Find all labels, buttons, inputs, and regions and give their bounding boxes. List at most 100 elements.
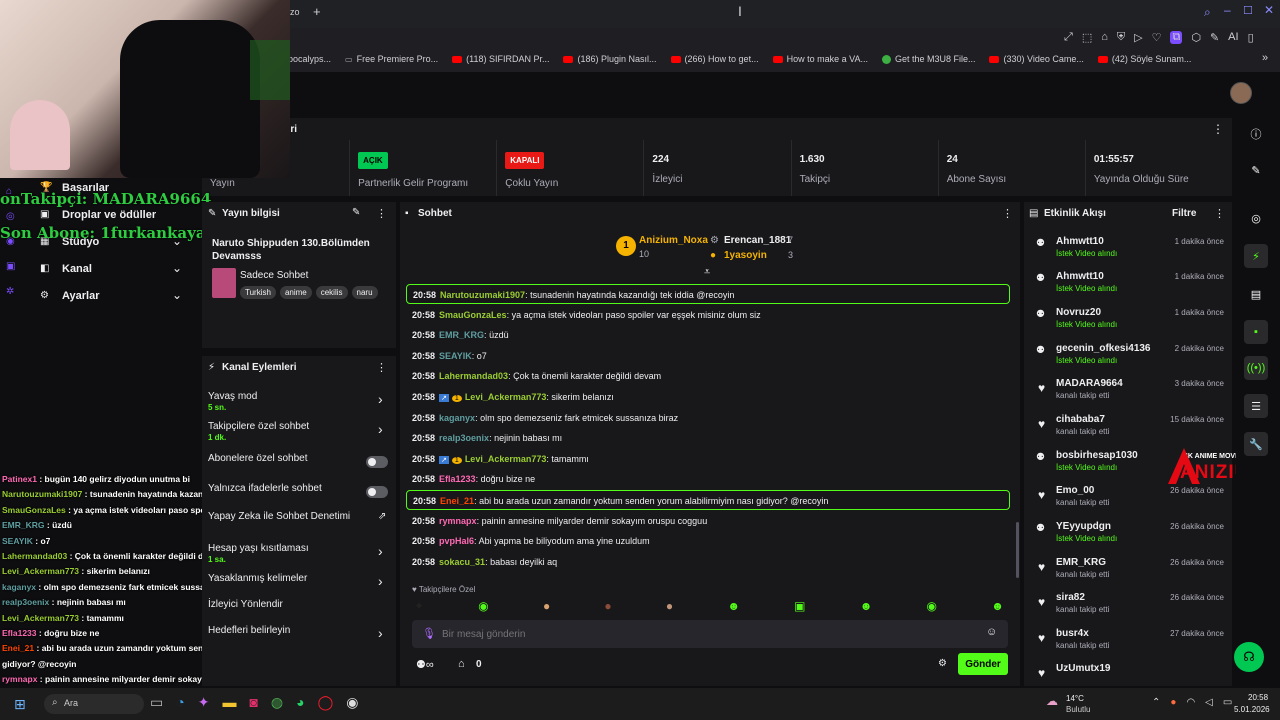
store-icon[interactable]: ⌂	[458, 658, 465, 670]
help-headset-icon[interactable]: ☊	[1234, 642, 1264, 672]
channel-action-item[interactable]: Yavaş mod 5 sn. ›	[202, 386, 396, 414]
chat-username[interactable]: SmauGonzaLes	[439, 310, 507, 320]
collapse-leaderboard-icon[interactable]: ⩡	[704, 266, 710, 279]
activity-item[interactable]: ⚉ Novruz20 İstek Video alındı 1 dakika önce	[1034, 307, 1224, 341]
game-icon[interactable]: ▣	[6, 261, 20, 272]
chat-more-icon[interactable]: ⋮	[1002, 207, 1013, 220]
activity-item[interactable]: ♥ cihababa7 kanalı takip etti 15 dakika önc…	[1034, 414, 1224, 448]
activity-item[interactable]: ⚉ YEyyupdgn İstek Video alındı 26 dakika ön…	[1034, 521, 1224, 555]
pencil-icon[interactable]: ✎	[1244, 158, 1268, 182]
stream-tag[interactable]: anime	[279, 286, 312, 299]
activity-item[interactable]: ⚉ gecenin_ofkesi4136 İstek Video alındı 2 d…	[1034, 343, 1224, 377]
sidebar-icon[interactable]: ▯	[1248, 31, 1254, 44]
extension-active-icon[interactable]: ⧉	[1170, 31, 1183, 44]
chat-username[interactable]: Lahermandad03	[439, 371, 508, 381]
heart-outline-icon[interactable]: ♡	[1152, 31, 1162, 44]
activity-item[interactable]: ⚉ Ahmwtt10 İstek Video alındı 1 dakika önce	[1034, 271, 1224, 305]
channel-action-item[interactable]: Yasaklanmış kelimeler ›	[202, 568, 396, 596]
more-options-icon[interactable]: ⋮	[1212, 122, 1224, 136]
category-thumbnail[interactable]	[212, 268, 236, 298]
activity-more-icon[interactable]: ⋮	[1214, 207, 1225, 220]
toggle-switch[interactable]	[366, 486, 388, 498]
chrome-icon[interactable]: ◍	[271, 694, 283, 711]
task-view-icon[interactable]: ▭	[150, 694, 163, 711]
channel-action-item[interactable]: Hedefleri belirleyin ›	[202, 620, 396, 648]
stream-category[interactable]: Sadece Sohbet	[240, 270, 308, 281]
activity-item[interactable]: ♥ busr4x kanalı takip etti 27 dakika önce	[1034, 628, 1224, 662]
wifi-icon[interactable]: ◠	[1186, 697, 1195, 708]
leader-name[interactable]: 1yasoyin	[724, 250, 767, 261]
tray-chevron-icon[interactable]: ⌃	[1152, 697, 1160, 708]
emote-icon[interactable]: ▣	[794, 599, 805, 615]
channel-action-item[interactable]: İzleyici Yönlendir	[202, 594, 396, 622]
obs-icon[interactable]: ◉	[346, 694, 358, 711]
search-icon[interactable]: ⌕	[1204, 5, 1211, 20]
broadcast-icon[interactable]: ((•))	[1244, 356, 1268, 380]
minimize-icon[interactable]: –	[1224, 3, 1231, 17]
chat-input[interactable]	[442, 626, 962, 642]
emote-icon[interactable]: ●	[543, 599, 550, 615]
chat-username[interactable]: sokacu_31	[439, 557, 485, 567]
chat-username[interactable]: Levi_Ackerman773	[465, 454, 547, 464]
channel-action-item[interactable]: Yapay Zeka ile Sohbet Denetimi ⇗	[202, 506, 396, 534]
bookmark-item[interactable]: pocalyps...	[288, 54, 331, 64]
bookmark-item[interactable]: How to make a VA...	[772, 54, 868, 64]
copilot-icon[interactable]: ✦	[198, 694, 210, 711]
new-tab-button[interactable]: +	[313, 4, 321, 19]
channel-action-item[interactable]: Hesap yaşı kısıtlaması 1 sa. ›	[202, 538, 396, 566]
whatsapp-icon[interactable]: ◕	[296, 694, 304, 711]
instagram-icon[interactable]: ◙	[249, 694, 257, 711]
emote-icon[interactable]: ☻	[860, 599, 873, 615]
chat-username[interactable]: rymnapx	[439, 516, 477, 526]
emote-icon[interactable]: ◉	[927, 599, 937, 615]
channel-action-item[interactable]: Takipçilere özel sohbet 1 dk. ›	[202, 416, 396, 444]
maximize-icon[interactable]: ☐	[1243, 4, 1253, 17]
emoji-icon[interactable]: ☺	[986, 626, 997, 638]
bookmark-item[interactable]: (330) Video Came...	[989, 54, 1084, 64]
play-icon[interactable]: ▷	[1134, 31, 1142, 44]
chat-username[interactable]: Levi_Ackerman773	[465, 392, 547, 402]
edit-icon[interactable]: ✎	[1210, 31, 1219, 44]
emote-icon[interactable]: ☻	[727, 599, 740, 615]
settings-icon[interactable]: ✲	[6, 286, 20, 297]
bookmark-item[interactable]: Get the M3U8 File...	[881, 54, 975, 64]
windows-icon[interactable]: ⊞	[14, 696, 26, 713]
toggle-switch[interactable]	[366, 456, 388, 468]
cast-icon[interactable]: ⤢	[1064, 31, 1073, 44]
send-button[interactable]: Gönder	[958, 653, 1008, 675]
bookmark-item[interactable]: (186) Plugin Nasıl...	[563, 54, 657, 64]
wrench-icon[interactable]: 🔧	[1244, 432, 1268, 456]
channel-action-item[interactable]: Abonelere özel sohbet	[202, 448, 396, 476]
emote-icon[interactable]: ✦	[414, 599, 424, 615]
activity-item[interactable]: ♥ MADARA9664 kanalı takip etti 3 dakika önc…	[1034, 378, 1224, 412]
chat-scrollbar[interactable]	[1016, 522, 1019, 578]
activity-item[interactable]: ♥ Emo_00 kanalı takip etti 26 dakika önce	[1034, 485, 1224, 519]
sidebar-item[interactable]: ◧ Kanal ⌄	[36, 261, 192, 288]
stream-info-more-icon[interactable]: ⋮	[376, 207, 387, 220]
channel-actions-more-icon[interactable]: ⋮	[376, 361, 387, 374]
stream-tag[interactable]: cekilis	[315, 286, 348, 299]
opera-icon[interactable]: ◯	[318, 694, 334, 711]
stream-tag[interactable]: naru	[351, 286, 378, 299]
chat-username[interactable]: kaganyx	[439, 413, 475, 423]
emote-icon[interactable]: ☻	[991, 599, 1004, 615]
chat-username[interactable]: Narutouzumaki1907	[440, 290, 525, 300]
stream-tag[interactable]: Turkish	[240, 286, 276, 299]
taskbar-search[interactable]: ⌕ Ara	[44, 694, 144, 714]
bookmark-item[interactable]: ▭ Free Premiere Pro...	[345, 54, 438, 64]
puzzle-icon[interactable]: ⬡	[1191, 31, 1201, 44]
emote-icon[interactable]: ●	[666, 599, 673, 615]
circle-icon[interactable]: ◎	[6, 211, 20, 222]
chat-username[interactable]: Efla1233	[439, 474, 476, 484]
activity-item[interactable]: ♥ EMR_KRG kanalı takip etti 26 dakika önce	[1034, 557, 1224, 591]
battery-icon[interactable]: ▭	[1223, 697, 1232, 708]
pin-icon[interactable]: ⌂	[1101, 31, 1108, 44]
edit-stream-icon[interactable]: ✎	[352, 207, 360, 218]
avatar[interactable]	[1230, 82, 1252, 104]
emote-icon[interactable]: ◉	[478, 599, 488, 615]
shield-icon[interactable]: ⛨	[1117, 31, 1125, 44]
emote-icon[interactable]: ●	[604, 599, 611, 615]
edge-icon[interactable]: ◔	[176, 694, 184, 711]
sidebar-item[interactable]: ⚙ Ayarlar ⌄	[36, 288, 192, 315]
browser-tab-partial[interactable]: zo	[290, 7, 300, 17]
